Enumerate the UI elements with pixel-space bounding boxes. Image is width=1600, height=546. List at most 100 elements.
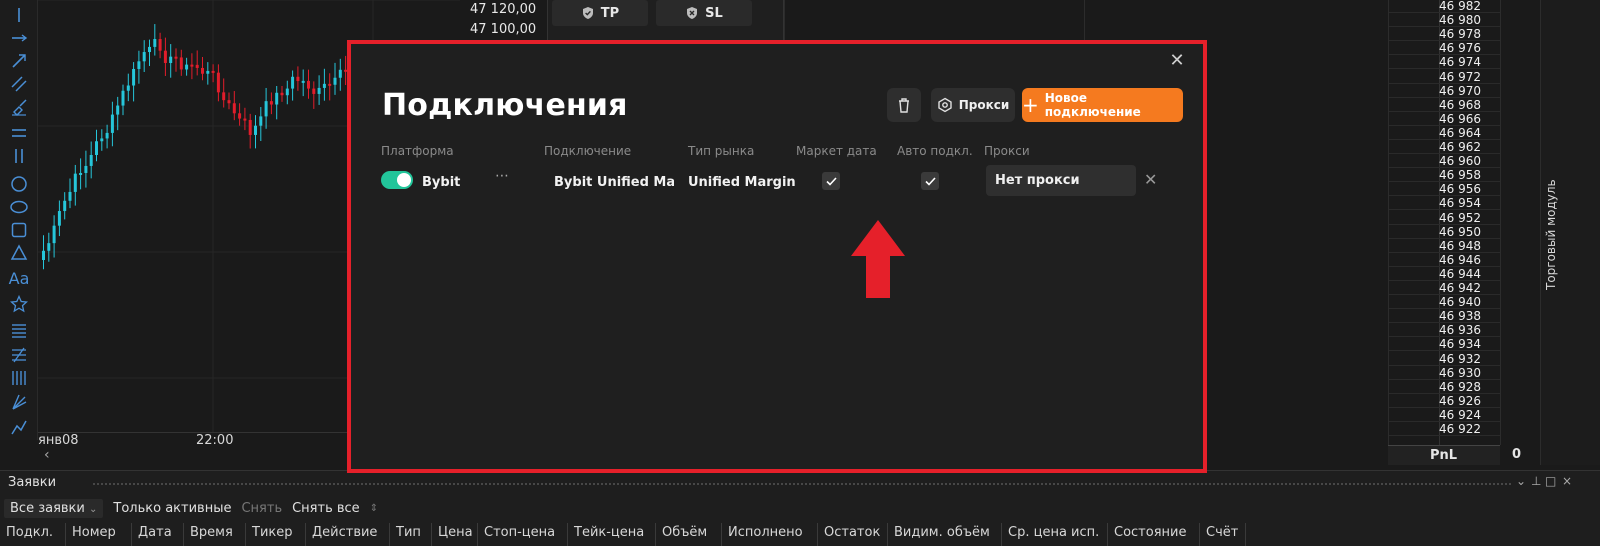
- polyline-icon[interactable]: [4, 416, 34, 438]
- orders-column-header[interactable]: Ср. цена исп.: [1002, 523, 1108, 546]
- ladder-price-row[interactable]: 46 956: [1389, 183, 1501, 197]
- take-profit-button[interactable]: TP: [552, 0, 648, 26]
- chevron-left-icon[interactable]: ‹: [44, 447, 50, 463]
- vertical-lines-icon[interactable]: [4, 145, 34, 167]
- ladder-price-row[interactable]: 46 960: [1389, 155, 1501, 169]
- delete-button[interactable]: [887, 88, 921, 122]
- ladder-price-row[interactable]: 46 932: [1389, 352, 1501, 366]
- pin-icon[interactable]: ⊥: [1531, 474, 1541, 488]
- horizontal-ray-icon[interactable]: [4, 27, 34, 49]
- more-options-icon[interactable]: ⋯: [495, 168, 509, 184]
- orders-column-header[interactable]: Цена: [432, 523, 478, 546]
- auto-connect-checkbox[interactable]: [921, 172, 939, 190]
- text-icon[interactable]: Aa: [4, 268, 34, 290]
- ellipse-icon[interactable]: [4, 196, 34, 218]
- orders-column-header[interactable]: Тип: [390, 523, 432, 546]
- ladder-price-row[interactable]: 46 962: [1389, 141, 1501, 154]
- ladder-price-row[interactable]: 46 958: [1389, 169, 1501, 183]
- orders-column-header[interactable]: Действие: [306, 523, 390, 546]
- new-connection-button[interactable]: + Новое подключение: [1022, 88, 1183, 122]
- ladder-price-row[interactable]: 46 944: [1389, 267, 1501, 281]
- horizontal-lines-icon[interactable]: [4, 122, 34, 144]
- ladder-price-row[interactable]: 46 942: [1389, 282, 1501, 295]
- candle-body: [275, 92, 279, 105]
- candle-body: [216, 72, 220, 93]
- ladder-price-row[interactable]: 46 922: [1389, 423, 1501, 436]
- cancel-all-button[interactable]: Снять все: [292, 501, 360, 516]
- star-icon[interactable]: [4, 293, 34, 315]
- orders-column-header[interactable]: Исполнено: [722, 523, 818, 546]
- orders-column-header[interactable]: Тикер: [246, 523, 306, 546]
- clear-proxy-icon[interactable]: ✕: [1144, 170, 1157, 189]
- parallel-lines-icon[interactable]: [4, 73, 34, 95]
- rectangle-icon[interactable]: [4, 219, 34, 241]
- fibonacci-levels-icon[interactable]: [4, 320, 34, 342]
- ladder-price-row[interactable]: 46 928: [1389, 380, 1501, 394]
- ladder-price-row[interactable]: 46 974: [1389, 56, 1501, 70]
- ladder-price-row[interactable]: 46 930: [1389, 366, 1501, 380]
- orders-filter-select[interactable]: Все заявки ⌄: [4, 498, 104, 518]
- ladder-price-row[interactable]: 46 940: [1389, 296, 1501, 310]
- ladder-price-row[interactable]: 46 982: [1389, 0, 1501, 13]
- orders-column-header[interactable]: Тейк-цена: [568, 523, 656, 546]
- orders-column-header[interactable]: Видим. объём: [888, 523, 1002, 546]
- ladder-price-row[interactable]: 46 952: [1389, 211, 1501, 225]
- connection-enabled-toggle[interactable]: [381, 171, 413, 189]
- trend-arrow-icon[interactable]: [4, 50, 34, 72]
- ladder-price-row[interactable]: 46 970: [1389, 84, 1501, 98]
- sort-icon[interactable]: ⇕: [370, 503, 378, 514]
- fibonacci-fan-icon[interactable]: [4, 344, 34, 366]
- gann-icon[interactable]: [4, 367, 34, 389]
- ladder-price-row[interactable]: 46 980: [1389, 14, 1501, 28]
- ladder-price-row[interactable]: 46 968: [1389, 98, 1501, 112]
- orders-column-header[interactable]: Состояние: [1108, 523, 1200, 546]
- ladder-price-row[interactable]: 46 976: [1389, 42, 1501, 56]
- only-active-filter[interactable]: Только активные: [113, 501, 231, 516]
- vertical-line-icon[interactable]: [4, 4, 34, 26]
- candle-body: [206, 70, 210, 74]
- orders-column-header[interactable]: Остаток: [818, 523, 888, 546]
- orders-column-header[interactable]: Номер: [66, 523, 132, 546]
- ladder-price-row[interactable]: 46 934: [1389, 338, 1501, 352]
- connection-name[interactable]: Bybit Unified Ma: [546, 171, 674, 193]
- ladder-price-row[interactable]: 46 972: [1389, 70, 1501, 84]
- orders-column-header[interactable]: Время: [184, 523, 246, 546]
- orders-column-header[interactable]: Дата: [132, 523, 184, 546]
- proxy-button[interactable]: Прокси: [931, 88, 1015, 122]
- ladder-price-row[interactable]: 46 926: [1389, 394, 1501, 408]
- market-data-checkbox[interactable]: [822, 172, 840, 190]
- chevron-down-icon[interactable]: ⌄: [1516, 474, 1526, 488]
- price-ladder[interactable]: 46 982 46 980 46 978 46 976 46 974 46 972 46 9…: [1388, 0, 1501, 445]
- order-book-price[interactable]: 47 120,00: [460, 0, 547, 20]
- hexagon-settings-icon: [938, 97, 952, 113]
- close-icon[interactable]: ✕: [1166, 50, 1188, 72]
- trash-icon: [899, 98, 909, 113]
- close-icon[interactable]: ×: [1562, 474, 1572, 488]
- order-book-price[interactable]: 47 100,00: [460, 20, 547, 40]
- ladder-price-row[interactable]: 46 938: [1389, 310, 1501, 324]
- ladder-price-row[interactable]: 46 964: [1389, 126, 1501, 140]
- stop-loss-button[interactable]: SL: [656, 0, 752, 26]
- maximize-icon[interactable]: □: [1545, 474, 1556, 488]
- ladder-price-row[interactable]: 46 936: [1389, 324, 1501, 338]
- orders-column-header[interactable]: Объём: [656, 523, 722, 546]
- candle-body: [116, 105, 120, 115]
- ladder-price-row[interactable]: 46 978: [1389, 28, 1501, 42]
- orders-column-header[interactable]: Счёт: [1200, 523, 1246, 546]
- ladder-price-row[interactable]: 46 946: [1389, 253, 1501, 267]
- orders-column-header[interactable]: Стоп-цена: [478, 523, 568, 546]
- circle-icon[interactable]: [4, 173, 34, 195]
- ladder-price-row[interactable]: 46 954: [1389, 197, 1501, 211]
- triangle-icon[interactable]: [4, 242, 34, 264]
- proxy-select[interactable]: Нет прокси: [986, 165, 1136, 196]
- ladder-price-row[interactable]: 46 950: [1389, 225, 1501, 239]
- cancel-button[interactable]: Снять: [241, 501, 282, 516]
- ladder-price-row[interactable]: 46 966: [1389, 112, 1501, 126]
- orders-column-header[interactable]: Подкл.: [0, 523, 66, 546]
- panel-drag-handle[interactable]: [92, 482, 1512, 486]
- ladder-price-row[interactable]: 46 948: [1389, 239, 1501, 253]
- pitchfork-icon[interactable]: [4, 391, 34, 413]
- brush-icon[interactable]: [4, 96, 34, 118]
- ladder-price-row[interactable]: 46 924: [1389, 408, 1501, 422]
- red-arrow-annotation: [851, 220, 905, 298]
